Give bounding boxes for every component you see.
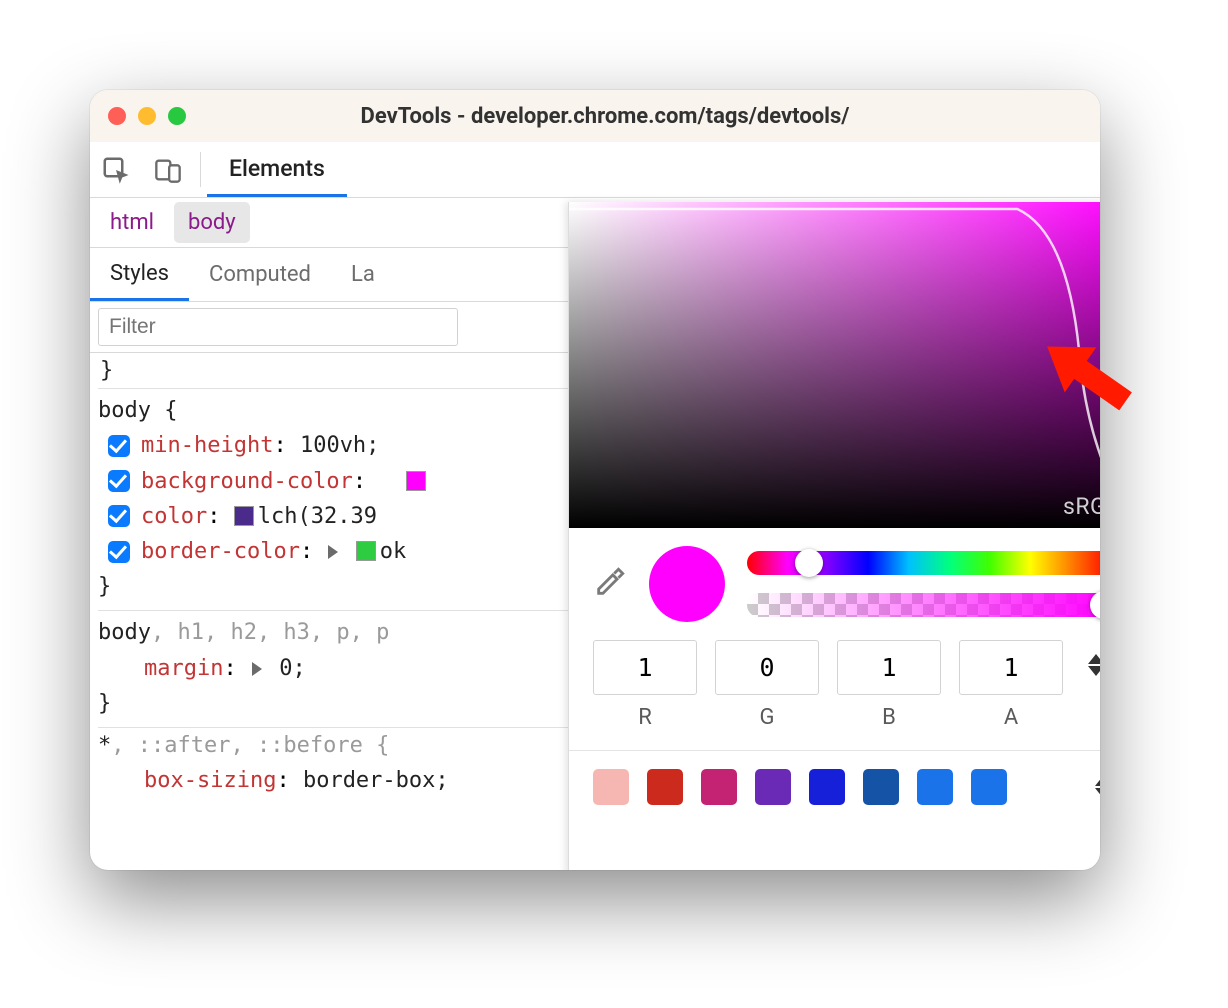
palette-swatch[interactable] [647,769,683,805]
crumb-body[interactable]: body [174,202,250,243]
channel-g-label: G [715,705,819,730]
prop-name: box-sizing [144,768,276,793]
expand-icon[interactable] [328,545,338,559]
hue-thumb[interactable] [795,549,823,577]
traffic-lights [108,107,186,125]
palette-swatch[interactable] [971,769,1007,805]
decl-toggle[interactable] [108,541,130,563]
eyedropper-icon[interactable] [593,565,627,603]
window-title: DevTools - developer.chrome.com/tags/dev… [206,104,1004,129]
chevron-down-icon[interactable] [1088,666,1100,676]
subtab-styles[interactable]: Styles [90,248,189,301]
channel-g-input[interactable] [715,640,819,695]
toolbar: Elements [90,142,1100,198]
color-mode-stepper[interactable] [1081,654,1100,676]
palette-swatch[interactable] [809,769,845,805]
prop-value[interactable]: 100vh; [300,433,379,458]
decl-toggle[interactable] [108,505,130,527]
crumb-html[interactable]: html [96,202,168,243]
color-picker: sRGB R [568,202,1100,870]
spectrum-field[interactable]: sRGB [569,202,1100,528]
expand-icon[interactable] [252,662,262,676]
channel-b-label: B [837,705,941,730]
panel-tabs: Elements [207,142,347,197]
gamut-label: sRGB [1063,493,1100,520]
prop-name: background-color [141,469,353,494]
palette-swatch[interactable] [755,769,791,805]
prop-name: margin [144,656,223,681]
inspect-element-icon[interactable] [90,142,142,197]
decl-toggle[interactable] [108,470,130,492]
palette-swatch[interactable] [863,769,899,805]
chevron-up-icon[interactable] [1095,776,1100,786]
alpha-slider[interactable] [747,593,1100,617]
minimize-icon[interactable] [138,107,156,125]
palette-swatch[interactable] [593,769,629,805]
gamut-boundary-line [569,202,1100,527]
color-preview [649,546,725,622]
subtab-layout[interactable]: La [331,248,395,301]
prop-value[interactable]: border-box; [303,768,449,793]
zoom-icon[interactable] [168,107,186,125]
styles-filter-input[interactable] [98,308,458,346]
hue-slider[interactable] [747,551,1100,575]
palette-swatch[interactable] [701,769,737,805]
channel-r-label: R [593,705,697,730]
palette-stepper[interactable] [1095,776,1100,798]
titlebar: DevTools - developer.chrome.com/tags/dev… [90,90,1100,142]
decl-toggle[interactable] [108,435,130,457]
alpha-thumb[interactable] [1090,591,1100,619]
color-swatch-icon[interactable] [234,506,254,526]
palette [569,750,1100,805]
prop-name: color [141,504,207,529]
subtab-computed[interactable]: Computed [189,248,331,301]
chevron-up-icon[interactable] [1088,654,1100,664]
device-toggle-icon[interactable] [142,142,194,197]
channel-a-label: A [959,705,1063,730]
palette-swatch[interactable] [917,769,953,805]
prop-value[interactable]: lch(32.39 [258,504,377,529]
tab-elements[interactable]: Elements [207,142,347,197]
color-swatch-icon[interactable] [356,541,376,561]
prop-name: min-height [141,433,273,458]
prop-value[interactable]: ok [380,539,407,564]
color-swatch-icon[interactable] [406,471,426,491]
channel-r-input[interactable] [593,640,697,695]
chevron-down-icon[interactable] [1095,788,1100,798]
prop-value[interactable]: 0; [279,656,306,681]
devtools-window: DevTools - developer.chrome.com/tags/dev… [90,90,1100,870]
prop-name: border-color [141,539,300,564]
channel-inputs: R G B A [569,632,1100,730]
close-icon[interactable] [108,107,126,125]
channel-a-input[interactable] [959,640,1063,695]
picker-controls [569,528,1100,632]
separator [200,152,201,187]
channel-b-input[interactable] [837,640,941,695]
